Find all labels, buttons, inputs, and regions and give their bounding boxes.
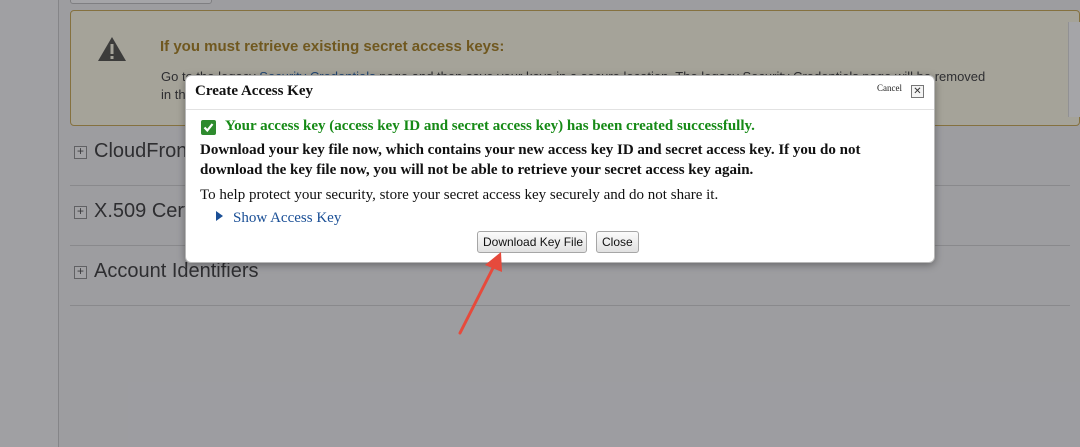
success-message: Your access key (access key ID and secre… <box>225 118 755 134</box>
show-access-key-label: Show Access Key <box>233 210 342 226</box>
dialog-title: Create Access Key <box>195 83 314 99</box>
show-access-key-toggle[interactable]: Show Access Key <box>216 210 341 227</box>
download-warning-message: Download your key file now, which contai… <box>200 142 861 178</box>
create-access-key-dialog: Create Access Key Cancel ✕ Your access k… <box>185 75 935 263</box>
expand-triangle-icon <box>216 211 223 221</box>
checkbox-checked-icon <box>201 120 216 135</box>
dialog-header: Create Access Key Cancel ✕ <box>186 76 934 110</box>
close-icon[interactable]: ✕ <box>911 85 924 98</box>
cancel-link[interactable]: Cancel <box>877 83 902 93</box>
close-button[interactable]: Close <box>596 231 639 253</box>
red-arrow-icon <box>458 252 502 335</box>
security-advice-message: To help protect your security, store you… <box>200 187 719 203</box>
